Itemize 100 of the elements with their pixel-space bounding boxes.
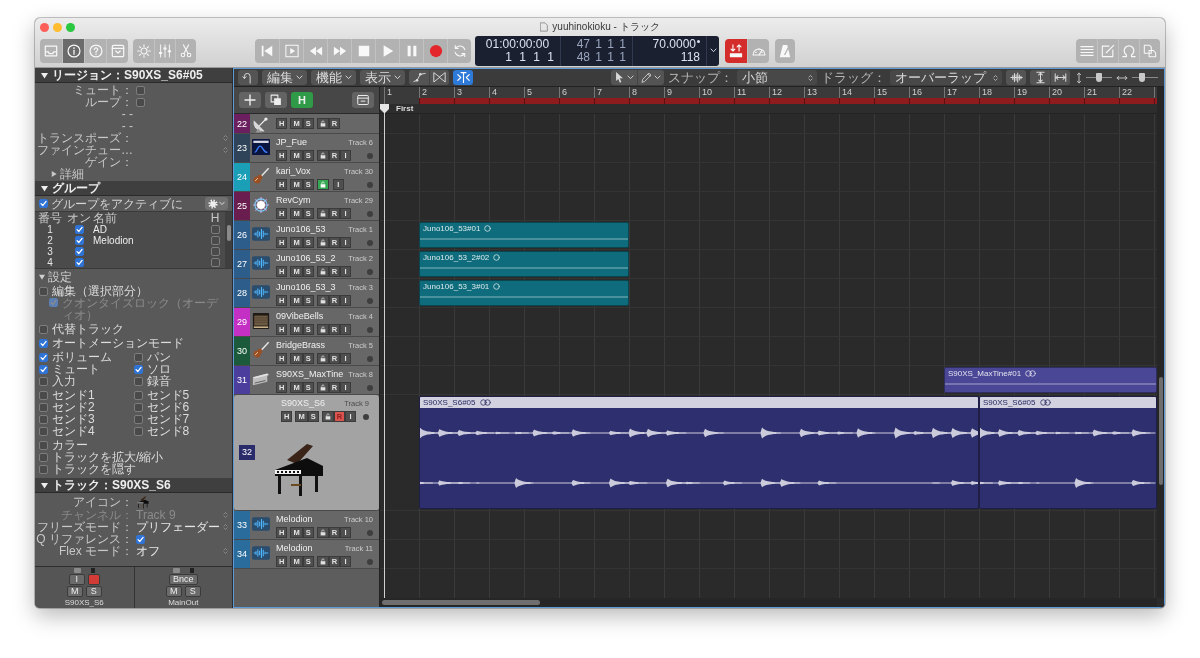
editors-button[interactable] (175, 38, 196, 63)
go-to-start-button[interactable] (255, 38, 279, 63)
rewind-button[interactable] (303, 38, 327, 63)
checkbox[interactable] (39, 352, 48, 362)
add-button[interactable] (239, 92, 261, 108)
lock-button[interactable] (316, 179, 329, 190)
zoom-button[interactable] (66, 22, 75, 32)
menu-button[interactable]: 編集 (262, 70, 307, 85)
scrollbar-thumb[interactable] (1158, 377, 1163, 485)
solo-button[interactable]: S (184, 586, 201, 597)
scrollbar-thumb[interactable] (226, 225, 231, 241)
automation-button[interactable] (409, 70, 429, 85)
inspector-button[interactable] (62, 38, 84, 63)
library-button[interactable] (40, 38, 62, 63)
section-header[interactable]: トラック：S90XS_S6 (35, 478, 232, 493)
checkbox[interactable] (39, 199, 48, 208)
lock-button[interactable] (316, 208, 329, 219)
fader-handle[interactable] (172, 568, 180, 573)
checkbox[interactable] (39, 452, 48, 462)
snap-dropdown[interactable]: 小節 (737, 70, 817, 85)
checkbox[interactable] (74, 247, 84, 256)
checkbox[interactable] (74, 225, 84, 234)
checkbox[interactable] (39, 414, 48, 424)
checkbox[interactable] (136, 97, 145, 107)
lock-button[interactable] (316, 556, 329, 567)
stepper-icon[interactable] (223, 511, 228, 519)
checkbox[interactable] (133, 426, 143, 436)
checkbox[interactable] (133, 402, 143, 412)
menu-button[interactable]: 機能 (311, 70, 356, 85)
gear-menu-button[interactable] (205, 197, 228, 210)
settings-toggle[interactable]: 設定 (39, 271, 228, 283)
mixer-button[interactable] (154, 38, 175, 63)
replace-button[interactable] (725, 38, 747, 63)
record-button[interactable] (87, 574, 100, 585)
checkbox[interactable] (210, 225, 220, 234)
lock-button[interactable] (316, 353, 329, 364)
section-header[interactable]: リージョン：S90XS_S6#05 (35, 68, 232, 83)
checkbox[interactable] (74, 236, 84, 245)
toolbar-button[interactable] (106, 38, 128, 63)
waveform-zoom-button[interactable] (1006, 70, 1026, 85)
checkbox[interactable] (133, 390, 143, 400)
scrollbar[interactable] (225, 212, 232, 268)
minimize-button[interactable] (53, 22, 62, 32)
catch-button[interactable] (453, 70, 473, 85)
pencil-tool-button[interactable] (637, 70, 664, 85)
fit-vertical-button[interactable] (1030, 70, 1050, 85)
smart-controls-button[interactable] (133, 38, 154, 63)
lock-button[interactable] (316, 295, 329, 306)
checkbox[interactable] (39, 390, 48, 400)
checkbox[interactable] (39, 338, 48, 348)
loops-button[interactable] (1118, 38, 1139, 63)
solo-button[interactable]: S (85, 586, 102, 597)
checkbox[interactable] (133, 376, 143, 386)
timeline-ruler[interactable]: 1 2 3 4 5 6 7 8 9 10 11 12 13 14 15 16 17 18 19 20 21 22 First (380, 87, 1157, 114)
stepper-icon[interactable] (223, 134, 228, 142)
lock-button[interactable] (316, 527, 329, 538)
slider-thumb[interactable] (1096, 73, 1102, 82)
checkbox[interactable] (39, 364, 48, 374)
checkbox[interactable] (39, 464, 48, 474)
checkbox[interactable] (133, 414, 143, 424)
fader-handle[interactable] (73, 568, 81, 573)
checkbox[interactable] (39, 426, 48, 436)
browser-button[interactable] (1139, 38, 1160, 63)
checkbox[interactable] (133, 352, 143, 362)
checkbox[interactable] (39, 376, 48, 386)
cycle-button[interactable] (447, 38, 471, 63)
play-from-selection-button[interactable] (279, 38, 303, 63)
scrollbar[interactable] (380, 598, 1157, 607)
input-button[interactable]: I (68, 574, 85, 585)
checkbox[interactable] (39, 286, 48, 296)
mute-button[interactable]: M (165, 586, 182, 597)
drag-dropdown[interactable]: オーバーラップ (890, 70, 1002, 85)
help-button[interactable] (84, 38, 106, 63)
checkbox[interactable] (210, 247, 220, 256)
pause-button[interactable] (399, 38, 423, 63)
checkbox[interactable] (39, 402, 48, 412)
collapse-button[interactable] (352, 92, 374, 108)
checkbox[interactable] (210, 236, 220, 245)
details-toggle[interactable]: 詳細 (35, 168, 232, 180)
duplicate-button[interactable] (265, 92, 287, 108)
close-button[interactable] (40, 22, 49, 32)
lock-button[interactable] (316, 150, 329, 161)
lock-button[interactable] (316, 118, 329, 129)
checkbox[interactable] (39, 440, 48, 450)
stepper-icon[interactable] (223, 547, 228, 555)
stepper-icon[interactable] (223, 523, 228, 531)
checkbox[interactable] (74, 258, 84, 267)
scrollbar[interactable] (1157, 87, 1164, 598)
stepper-icon[interactable] (223, 146, 228, 154)
pointer-tool-button[interactable] (611, 70, 637, 85)
checkbox[interactable] (133, 364, 143, 374)
list-button[interactable] (1076, 38, 1097, 63)
lock-button[interactable] (316, 266, 329, 277)
bounce-button[interactable]: Bnce (169, 574, 198, 585)
flex-button[interactable] (429, 70, 449, 85)
scrollbar-thumb[interactable] (382, 600, 540, 605)
section-header[interactable]: グループ (35, 181, 232, 196)
cycle-region[interactable] (419, 98, 1157, 104)
stop-button[interactable] (351, 38, 375, 63)
forward-button[interactable] (327, 38, 351, 63)
